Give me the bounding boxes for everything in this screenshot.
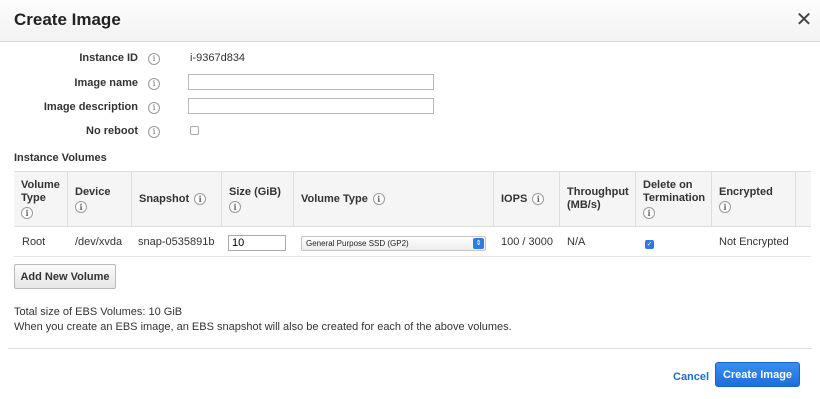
instance-id-label: Instance ID (79, 52, 138, 64)
info-icon[interactable]: i (194, 193, 207, 205)
column-delete-on-termination: Delete on Termination i (636, 172, 712, 226)
divider (8, 348, 812, 349)
dialog-title: Create Image (14, 10, 121, 29)
no-reboot-checkbox[interactable] (190, 126, 199, 135)
cell-snapshot: snap-0535891b (138, 236, 215, 248)
delete-on-termination-checkbox[interactable]: ✓ (645, 240, 654, 249)
image-description-label: Image description (43, 101, 138, 113)
instance-volumes-title: Instance Volumes (14, 152, 107, 164)
cancel-button[interactable]: Cancel (673, 371, 709, 383)
size-input[interactable] (228, 235, 286, 251)
dialog-header: Create Image ✕ (0, 0, 820, 42)
info-icon[interactable]: i (148, 78, 160, 90)
column-volume-type: Volume Type i (14, 172, 68, 226)
volume-type-select[interactable]: General Purpose SSD (GP2) ⇕ (301, 236, 486, 251)
cell-throughput: N/A (567, 236, 586, 248)
column-label: Encrypted (719, 185, 773, 198)
column-size: Size (GiB) i (222, 172, 294, 226)
total-size-text: Total size of EBS Volumes: 10 GiB (14, 306, 183, 318)
table-header: Volume Type i Device i Snapshot i Size (… (14, 171, 811, 227)
table-row: Root /dev/xvda snap-0535891b General Pur… (14, 229, 811, 257)
column-label: Type (21, 192, 46, 204)
column-label: Termination (643, 192, 706, 204)
column-iops: IOPS i (494, 172, 560, 226)
cell-device: /dev/xvda (75, 236, 123, 248)
info-icon[interactable]: i (229, 200, 241, 213)
cell-volume-type: Root (22, 236, 46, 248)
column-label: Snapshot (139, 192, 190, 205)
select-arrows-icon: ⇕ (473, 238, 484, 249)
image-description-input[interactable] (188, 98, 434, 114)
add-new-volume-button[interactable]: Add New Volume (14, 264, 116, 289)
no-reboot-label: No reboot (86, 125, 138, 137)
column-snapshot: Snapshot i (132, 172, 222, 226)
info-icon[interactable]: i (75, 200, 87, 213)
snapshot-note-text: When you create an EBS image, an EBS sna… (14, 321, 512, 333)
column-label: IOPS (501, 192, 528, 205)
column-label: Volume Type (301, 192, 368, 205)
column-label: Volume (21, 179, 60, 191)
info-icon[interactable]: i (148, 53, 160, 65)
column-volume-type-2: Volume Type i (294, 172, 494, 226)
column-label: (MB/s) (567, 199, 601, 211)
info-icon[interactable]: i (532, 193, 545, 205)
column-throughput: Throughput (MB/s) (560, 172, 636, 226)
info-icon[interactable]: i (21, 207, 33, 219)
cell-encrypted: Not Encrypted (719, 236, 789, 248)
info-icon[interactable]: i (372, 193, 385, 205)
cell-iops: 100 / 3000 (501, 236, 553, 248)
column-device: Device i (68, 172, 132, 226)
column-label: Size (GiB) (229, 185, 281, 198)
column-encrypted: Encrypted i (712, 172, 796, 226)
info-icon[interactable]: i (643, 207, 655, 219)
volume-type-selected: General Purpose SSD (GP2) (306, 239, 409, 248)
image-name-label: Image name (74, 77, 138, 89)
column-label: Device (75, 185, 111, 198)
create-image-button[interactable]: Create Image (715, 362, 800, 387)
info-icon[interactable]: i (148, 102, 160, 114)
info-icon[interactable]: i (148, 126, 160, 138)
instance-id-value: i-9367d834 (190, 52, 246, 64)
image-name-input[interactable] (188, 74, 434, 90)
close-icon[interactable]: ✕ (795, 10, 813, 30)
info-icon[interactable]: i (719, 200, 731, 213)
column-label: Delete on (643, 179, 693, 191)
column-label: Throughput (567, 186, 629, 198)
